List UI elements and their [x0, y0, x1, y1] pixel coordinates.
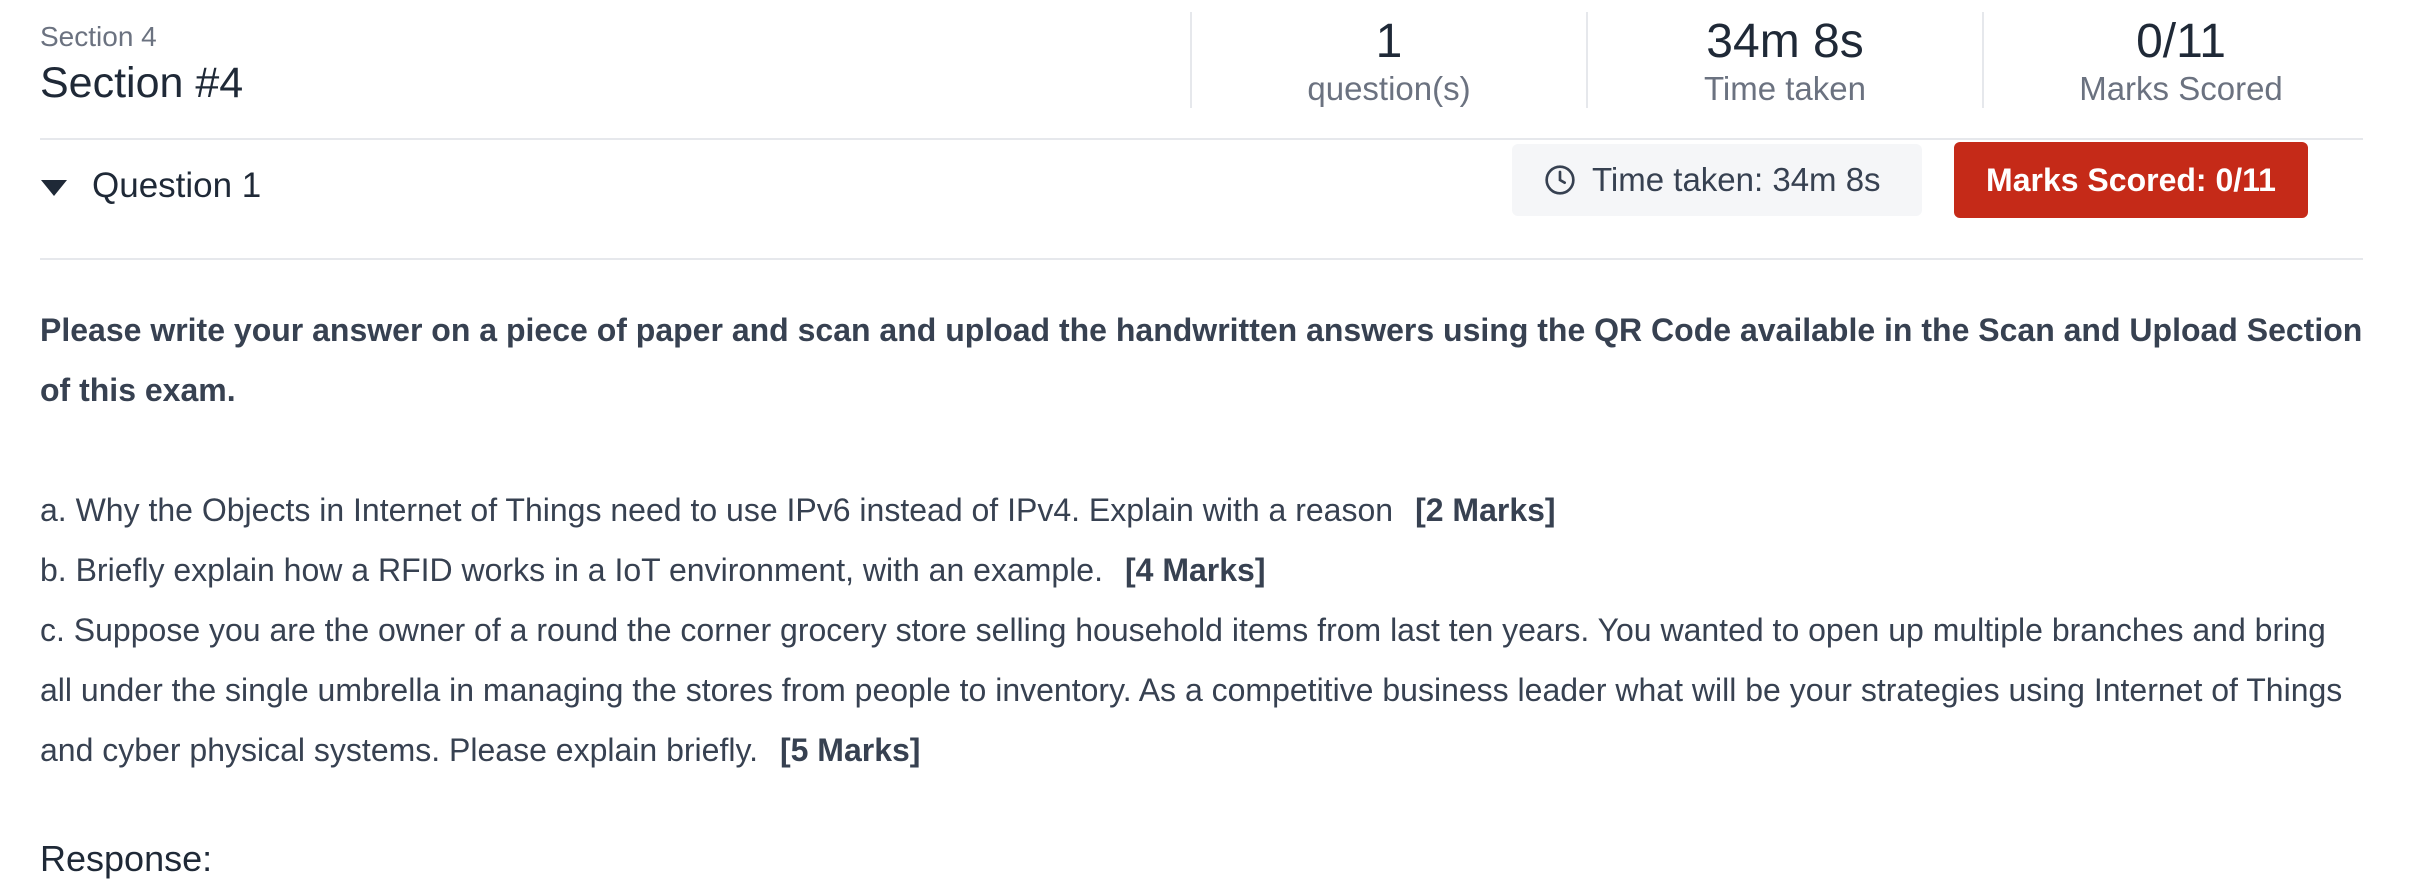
- question-part-a: a. Why the Objects in Internet of Things…: [40, 480, 2363, 540]
- stat-marks-scored: 0/11 Marks Scored: [1982, 12, 2378, 108]
- question-instruction: Please write your answer on a piece of p…: [40, 312, 2363, 408]
- stat-questions: 1 question(s): [1190, 12, 1586, 108]
- stat-value: 1: [1375, 15, 1403, 68]
- clock-icon: [1545, 165, 1575, 195]
- stat-time-taken: 34m 8s Time taken: [1586, 12, 1982, 108]
- section-label: Section 4: [40, 21, 157, 52]
- part-text: a. Why the Objects in Internet of Things…: [40, 492, 1394, 528]
- time-taken-badge: Time taken: 34m 8s: [1512, 144, 1922, 216]
- time-taken-text: Time taken: 34m 8s: [1592, 161, 1881, 198]
- section-title-block: Section 4 Section #4: [40, 18, 243, 110]
- part-marks: [5 Marks]: [779, 732, 921, 768]
- question-title[interactable]: Question 1: [92, 160, 261, 212]
- stat-value: 34m 8s: [1706, 15, 1864, 68]
- question-parts: a. Why the Objects in Internet of Things…: [40, 480, 2363, 780]
- question-bar: Question 1 Time taken: 34m 8s Marks Scor…: [40, 140, 2363, 260]
- part-marks: [4 Marks]: [1124, 552, 1266, 588]
- section-title: Section #4: [40, 59, 244, 107]
- question-part-b: b. Briefly explain how a RFID works in a…: [40, 540, 2363, 600]
- question-part-c: c. Suppose you are the owner of a round …: [40, 600, 2363, 780]
- collapse-caret-icon[interactable]: [40, 174, 68, 202]
- stat-label: question(s): [1307, 70, 1471, 107]
- section-header: Section 4 Section #4 1 question(s) 34m 8…: [40, 0, 2363, 140]
- part-marks: [2 Marks]: [1415, 492, 1556, 528]
- section-stats: 1 question(s) 34m 8s Time taken 0/11 Mar…: [1190, 12, 2378, 108]
- part-text: c. Suppose you are the owner of a round …: [40, 612, 2343, 768]
- stat-label: Time taken: [1703, 70, 1866, 107]
- stat-label: Marks Scored: [2079, 70, 2283, 107]
- part-text: b. Briefly explain how a RFID works in a…: [40, 552, 1103, 588]
- question-content: Please write your answer on a piece of p…: [40, 300, 2363, 780]
- stat-value: 0/11: [2136, 15, 2226, 68]
- response-label: Response:: [40, 838, 213, 879]
- marks-scored-button[interactable]: Marks Scored: 0/11: [1954, 142, 2308, 218]
